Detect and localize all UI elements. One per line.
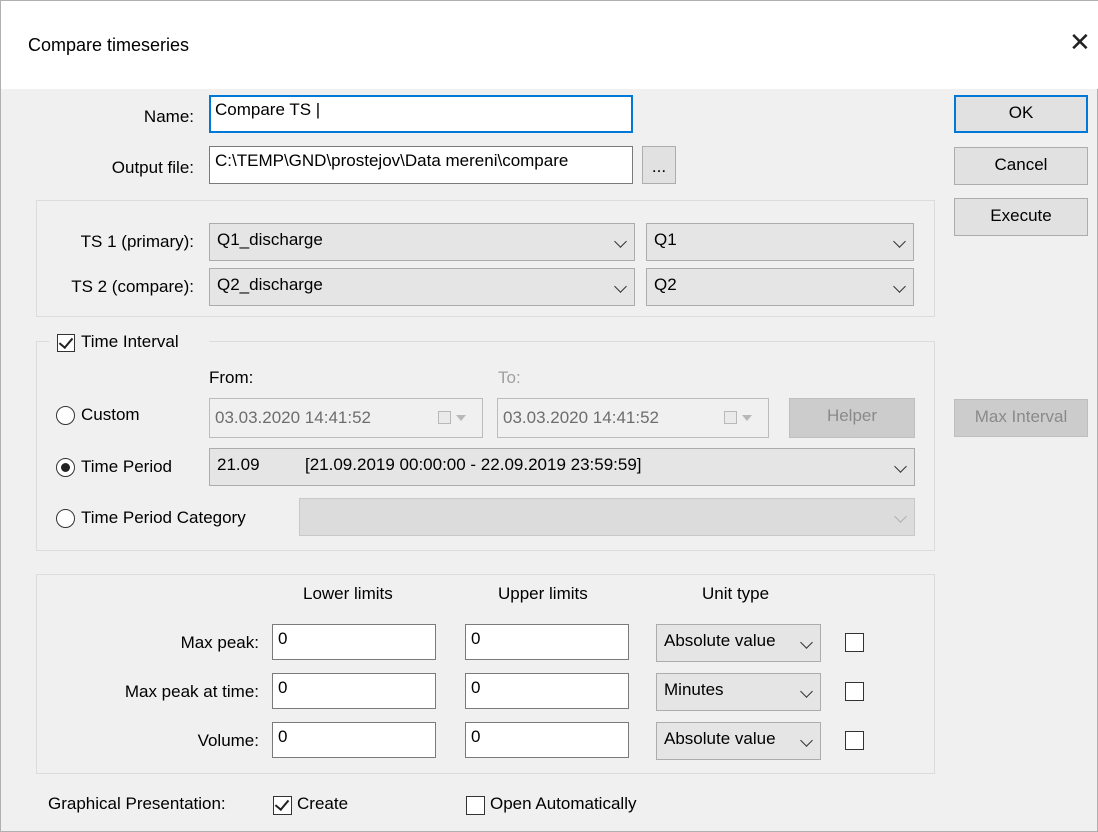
chevron-down-icon	[894, 460, 907, 473]
graphical-presentation-label: Graphical Presentation:	[48, 794, 226, 813]
time-period-range: [21.09.2019 00:00:00 - 22.09.2019 23:59:…	[305, 455, 642, 474]
max-peak-at-time-unit-value: Minutes	[664, 680, 724, 699]
time-period-code: 21.09	[217, 455, 260, 474]
upper-limits-header: Upper limits	[498, 584, 588, 603]
max-peak-at-time-upper-input[interactable]: 0	[465, 673, 629, 709]
dropdown-arrow-icon	[742, 415, 752, 421]
time-period-radio[interactable]	[56, 458, 75, 477]
custom-radio[interactable]	[56, 406, 75, 425]
name-label: Name:	[143, 107, 194, 126]
ts1-select-value: Q1_discharge	[217, 230, 323, 249]
open-automatically-label: Open Automatically	[490, 794, 637, 813]
time-period-category-label: Time Period Category	[81, 508, 246, 527]
max-peak-checkbox[interactable]	[845, 633, 864, 652]
to-datetime-value: 03.03.2020 14:41:52	[503, 408, 659, 427]
compare-timeseries-dialog: Compare timeseries ✕ Name: Compare TS | …	[0, 0, 1098, 832]
max-peak-at-time-checkbox[interactable]	[845, 682, 864, 701]
max-peak-lower-input[interactable]: 0	[272, 624, 436, 660]
ts1-variable-select[interactable]: Q1	[646, 223, 914, 261]
cancel-button[interactable]: Cancel	[954, 147, 1088, 185]
ts1-select[interactable]: Q1_discharge	[209, 223, 635, 261]
custom-label: Custom	[81, 405, 140, 424]
volume-unit-value: Absolute value	[664, 729, 776, 748]
calendar-icon	[438, 411, 451, 424]
chevron-down-icon	[800, 685, 813, 698]
to-label: To:	[498, 368, 521, 387]
max-interval-button: Max Interval	[954, 399, 1088, 437]
calendar-icon	[724, 411, 737, 424]
from-datetime-value: 03.03.2020 14:41:52	[215, 408, 371, 427]
max-peak-at-time-unit-select[interactable]: Minutes	[656, 673, 821, 711]
time-period-category-radio[interactable]	[56, 509, 75, 528]
create-label: Create	[297, 794, 349, 813]
ts2-variable-select[interactable]: Q2	[646, 268, 914, 306]
chevron-down-icon	[894, 510, 907, 523]
ts2-select[interactable]: Q2_discharge	[209, 268, 635, 306]
max-peak-at-time-label: Max peak at time:	[124, 682, 259, 701]
chevron-down-icon	[614, 280, 627, 293]
ts1-label: TS 1 (primary):	[80, 232, 194, 251]
from-label: From:	[209, 368, 254, 387]
unit-type-header: Unit type	[702, 584, 770, 603]
chevron-down-icon	[893, 280, 906, 293]
execute-button[interactable]: Execute	[954, 198, 1088, 236]
title-bar: Compare timeseries ✕	[1, 1, 1098, 89]
chevron-down-icon	[800, 636, 813, 649]
volume-label: Volume:	[197, 731, 259, 750]
helper-button: Helper	[789, 398, 915, 438]
output-file-label: Output file:	[111, 158, 194, 177]
output-file-input[interactable]: C:\TEMP\GND\prostejov\Data mereni\compar…	[209, 146, 633, 184]
lower-limits-header: Lower limits	[303, 584, 393, 603]
dropdown-arrow-icon	[456, 415, 466, 421]
max-peak-upper-input[interactable]: 0	[465, 624, 629, 660]
volume-unit-select[interactable]: Absolute value	[656, 722, 821, 760]
name-input[interactable]: Compare TS |	[209, 95, 633, 133]
chevron-down-icon	[893, 235, 906, 248]
max-peak-label: Max peak:	[180, 633, 259, 652]
volume-upper-input[interactable]: 0	[465, 722, 629, 758]
chevron-down-icon	[614, 235, 627, 248]
ts2-label: TS 2 (compare):	[71, 277, 194, 296]
ok-button[interactable]: OK	[954, 95, 1088, 133]
max-peak-unit-select[interactable]: Absolute value	[656, 624, 821, 662]
time-period-category-select	[299, 498, 915, 536]
open-automatically-checkbox[interactable]	[466, 796, 485, 815]
volume-checkbox[interactable]	[845, 731, 864, 750]
time-interval-label: Time Interval	[81, 332, 179, 351]
ts2-variable-value: Q2	[654, 275, 677, 294]
max-peak-at-time-lower-input[interactable]: 0	[272, 673, 436, 709]
chevron-down-icon	[800, 734, 813, 747]
volume-lower-input[interactable]: 0	[272, 722, 436, 758]
time-period-label: Time Period	[81, 457, 173, 476]
browse-button[interactable]: ...	[642, 146, 676, 184]
max-peak-unit-value: Absolute value	[664, 631, 776, 650]
time-period-select[interactable]: 21.09 [21.09.2019 00:00:00 - 22.09.2019 …	[209, 448, 915, 486]
ts2-select-value: Q2_discharge	[217, 275, 323, 294]
create-checkbox[interactable]	[273, 796, 292, 815]
close-icon[interactable]: ✕	[1069, 29, 1091, 55]
time-interval-checkbox[interactable]	[57, 334, 75, 352]
dialog-title: Compare timeseries	[28, 35, 190, 55]
ts1-variable-value: Q1	[654, 230, 677, 249]
